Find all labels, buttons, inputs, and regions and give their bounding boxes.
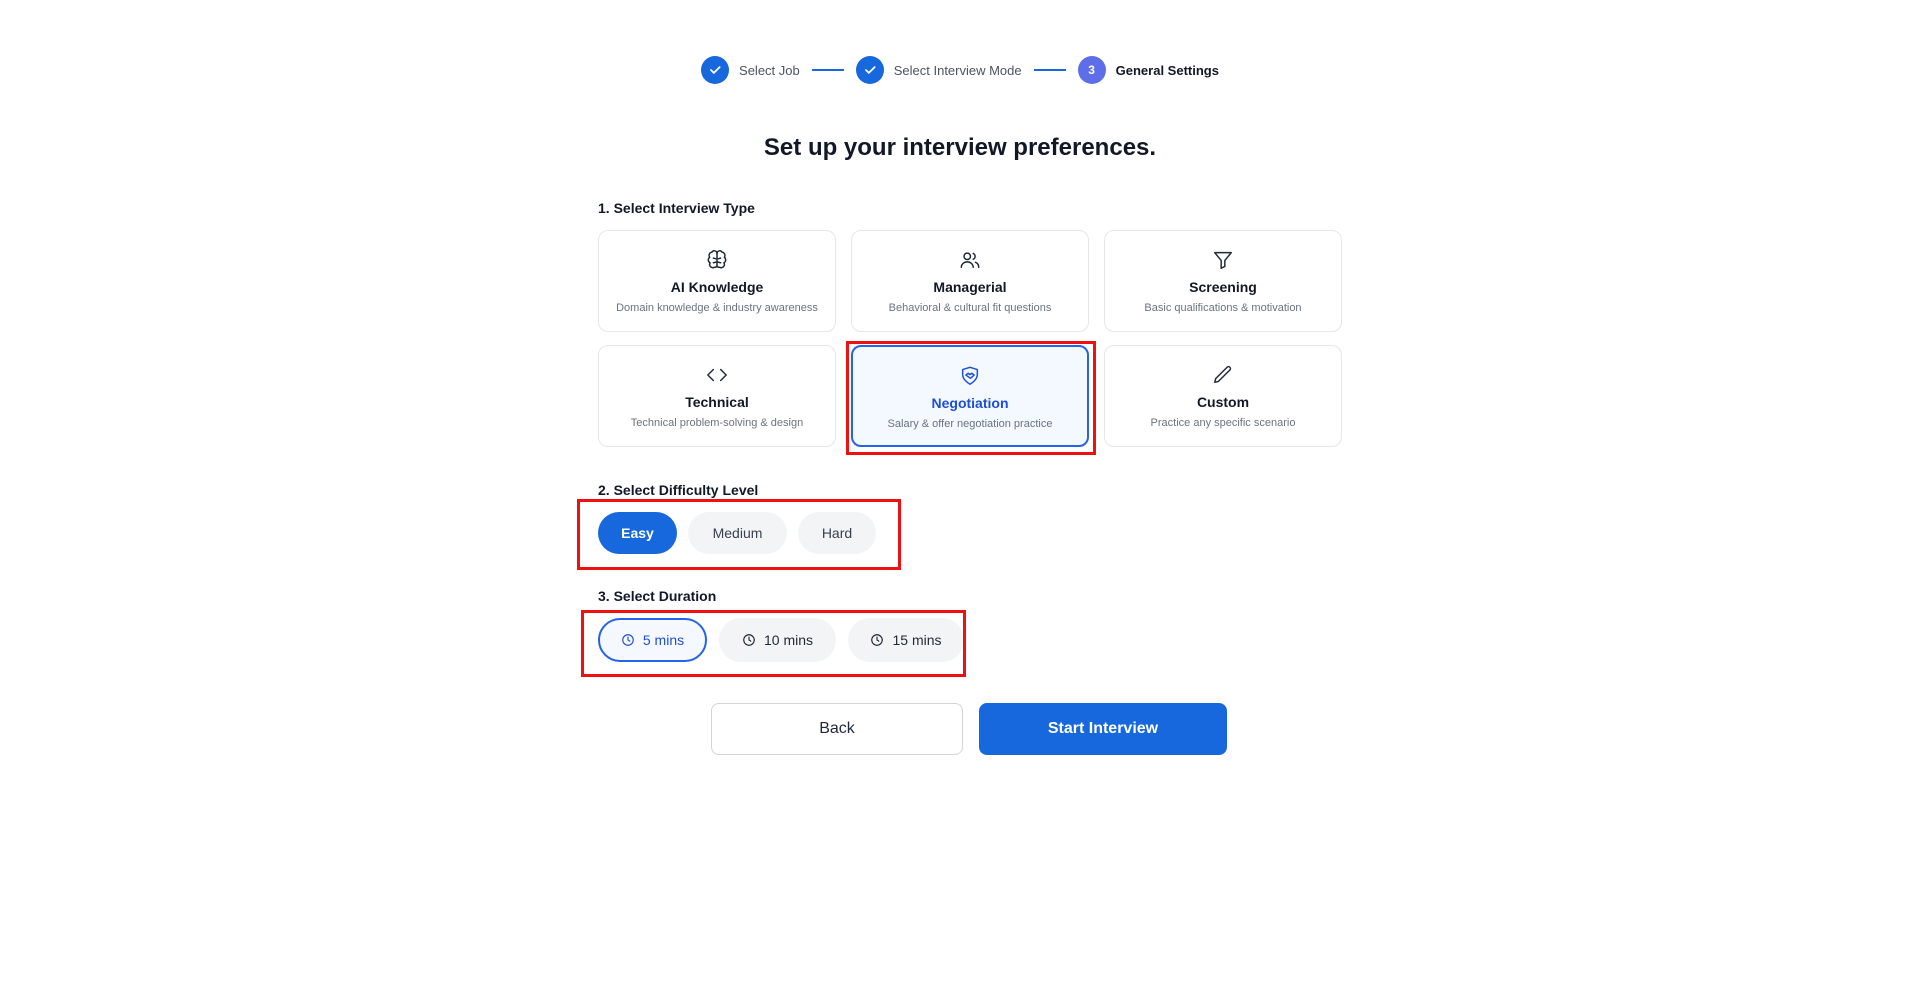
type-title: Technical	[685, 394, 749, 410]
difficulty-hard-button[interactable]: Hard	[798, 512, 876, 554]
type-title: Managerial	[933, 279, 1007, 295]
users-icon	[959, 249, 981, 271]
step-select-interview-mode[interactable]: Select Interview Mode	[855, 56, 1022, 84]
brain-icon	[706, 249, 728, 271]
duration-label-text: 15 mins	[892, 632, 942, 648]
duration-label: 3. Select Duration	[598, 588, 717, 604]
back-button[interactable]: Back	[711, 703, 963, 755]
type-title: Custom	[1196, 394, 1250, 410]
type-title: AI Knowledge	[670, 279, 764, 295]
type-description: Behavioral & cultural fit questions	[888, 302, 1052, 314]
type-description: Salary & offer negotiation practice	[887, 418, 1053, 430]
step-general-settings: 3 General Settings	[1077, 56, 1219, 84]
step-label: Select Job	[739, 62, 800, 78]
start-interview-button[interactable]: Start Interview	[979, 703, 1227, 755]
step-label: General Settings	[1115, 62, 1219, 78]
type-description: Domain knowledge & industry awareness	[616, 302, 818, 314]
step-number: 3	[1077, 56, 1106, 84]
type-description: Technical problem-solving & design	[630, 417, 804, 429]
handshake-icon	[959, 365, 981, 387]
step-label: Select Interview Mode	[893, 62, 1022, 78]
difficulty-medium-button[interactable]: Medium	[688, 512, 787, 554]
interview-type-grid: AI Knowledge Domain knowledge & industry…	[598, 230, 1342, 447]
duration-10-mins-button[interactable]: 10 mins	[719, 618, 836, 662]
difficulty-easy-button[interactable]: Easy	[598, 512, 677, 554]
pencil-icon	[1212, 364, 1234, 386]
check-icon	[701, 56, 730, 84]
page-title: Set up your interview preferences.	[763, 134, 1157, 161]
type-description: Practice any specific scenario	[1150, 417, 1296, 429]
type-card-negotiation[interactable]: Negotiation Salary & offer negotiation p…	[851, 345, 1089, 447]
clock-icon	[743, 634, 755, 646]
step-connector	[1033, 69, 1066, 71]
type-card-custom[interactable]: Custom Practice any specific scenario	[1104, 345, 1342, 447]
duration-label-text: 10 mins	[763, 632, 814, 648]
check-icon	[855, 56, 884, 84]
duration-options: 5 mins 10 mins 15 mins	[598, 618, 964, 662]
difficulty-options: Easy Medium Hard	[598, 512, 876, 554]
filter-icon	[1212, 249, 1234, 271]
interview-type-label: 1. Select Interview Type	[598, 200, 755, 216]
step-connector	[811, 69, 844, 71]
type-card-ai-knowledge[interactable]: AI Knowledge Domain knowledge & industry…	[598, 230, 836, 332]
type-card-managerial[interactable]: Managerial Behavioral & cultural fit que…	[851, 230, 1089, 332]
duration-label-text: 5 mins	[642, 632, 685, 648]
clock-icon	[622, 634, 634, 646]
stepper: Select Job Select Interview Mode 3 Gener…	[0, 56, 1920, 84]
code-icon	[706, 364, 728, 386]
clock-icon	[871, 634, 884, 646]
step-select-job[interactable]: Select Job	[701, 56, 800, 84]
type-card-technical[interactable]: Technical Technical problem-solving & de…	[598, 345, 836, 447]
type-title: Screening	[1189, 279, 1257, 295]
duration-5-mins-button[interactable]: 5 mins	[598, 618, 707, 662]
type-title: Negotiation	[931, 395, 1009, 411]
action-bar: Back Start Interview	[711, 703, 1227, 755]
type-card-screening[interactable]: Screening Basic qualifications & motivat…	[1104, 230, 1342, 332]
duration-15-mins-button[interactable]: 15 mins	[848, 618, 964, 662]
type-description: Basic qualifications & motivation	[1144, 302, 1302, 314]
difficulty-label: 2. Select Difficulty Level	[598, 482, 759, 498]
